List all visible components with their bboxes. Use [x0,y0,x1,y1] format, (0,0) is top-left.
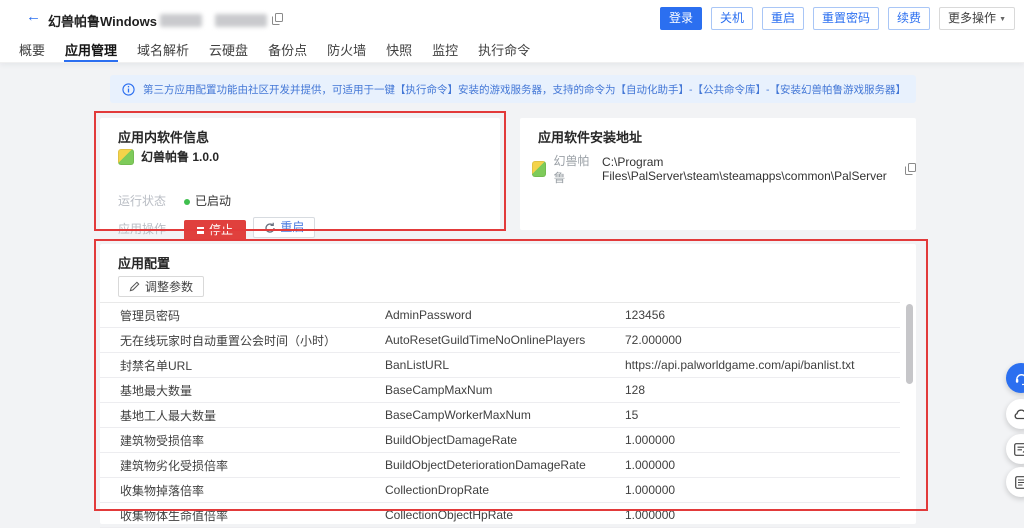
card-title: 应用内软件信息 [118,127,209,146]
config-value: 1.000000 [625,458,900,472]
document-edit-icon [1014,443,1024,456]
card-title: 应用软件安装地址 [538,127,642,146]
back-arrow-icon[interactable]: ← [26,8,41,25]
stop-icon [197,227,204,234]
tab-3[interactable]: 云硬盘 [208,37,249,62]
tab-1[interactable]: 应用管理 [64,37,118,62]
tab-5[interactable]: 防火墙 [326,37,367,62]
config-key: CollectionDropRate [385,483,625,497]
config-label: 管理员密码 [100,307,385,324]
headset-icon [1014,371,1024,386]
config-row: 基地最大数量BaseCampMaxNum128 [100,378,900,403]
status-label: 运行状态 [118,192,170,209]
stop-app-button[interactable]: 停止 [184,220,246,241]
action-label: 应用操作 [118,220,170,237]
config-label: 建筑物受损倍率 [100,432,385,449]
app-config-card: 应用配置 调整参数 管理员密码AdminPassword123456无在线玩家时… [100,244,916,524]
config-value: 72.000000 [625,333,900,347]
config-label: 建筑物劣化受损倍率 [100,457,385,474]
config-label: 基地工人最大数量 [100,407,385,424]
more-actions-label: 更多操作 [948,11,996,25]
tab-4[interactable]: 备份点 [267,37,308,62]
config-key: BuildObjectDeteriorationDamageRate [385,458,625,472]
survey-button[interactable] [1006,467,1024,497]
install-path: C:\Program Files\PalServer\steam\steamap… [602,155,897,183]
cloud-button[interactable] [1006,399,1024,429]
login-button[interactable]: 登录 [660,7,702,30]
tab-bar: 概要应用管理域名解析云硬盘备份点防火墙快照监控执行命令 [0,37,1024,63]
reset-password-button[interactable]: 重置密码 [813,7,879,30]
app-name-version: 幻兽帕鲁 1.0.0 [141,148,219,165]
config-row: 封禁名单URLBanListURLhttps://api.palworldgam… [100,353,900,378]
adjust-params-label: 调整参数 [145,278,193,295]
banner-text: 第三方应用配置功能由社区开发并提供，可适用于一键【执行命令】安装的游戏服务器，支… [143,82,904,97]
tab-7[interactable]: 监控 [431,37,459,62]
config-row: 管理员密码AdminPassword123456 [100,303,900,328]
config-row: 基地工人最大数量BaseCampWorkerMaxNum15 [100,403,900,428]
feedback-button[interactable] [1006,434,1024,464]
redacted-text [160,14,202,27]
config-value: 128 [625,383,900,397]
config-key: BuildObjectDamageRate [385,433,625,447]
config-value: 1.000000 [625,433,900,447]
restart-app-button[interactable]: 重启 [253,217,315,238]
config-value: 1.000000 [625,508,900,522]
config-value: 1.000000 [625,483,900,497]
config-key: BanListURL [385,358,625,372]
app-info-card: 应用内软件信息 幻兽帕鲁 1.0.0 运行状态 已启动 应用操作 停止 重启 [100,118,500,230]
config-key: BaseCampWorkerMaxNum [385,408,625,422]
redacted-text [215,14,267,27]
renew-button[interactable]: 续费 [888,7,930,30]
config-key: AutoResetGuildTimeNoOnlinePlayers [385,333,625,347]
shutdown-button[interactable]: 关机 [711,7,753,30]
tab-8[interactable]: 执行命令 [477,37,531,62]
form-icon [1015,476,1024,489]
info-icon [122,83,135,96]
config-label: 基地最大数量 [100,382,385,399]
top-bar: ← 幻兽帕鲁Windows 登录 关机 重启 重置密码 续费 更多操作▼ [0,0,1024,37]
status-value: 已启动 [184,192,231,209]
config-table: 管理员密码AdminPassword123456无在线玩家时自动重置公会时间（小… [100,302,900,528]
header-actions: 登录 关机 重启 重置密码 续费 更多操作▼ [660,7,1015,30]
config-key: AdminPassword [385,308,625,322]
info-banner: 第三方应用配置功能由社区开发并提供，可适用于一键【执行命令】安装的游戏服务器，支… [110,75,916,103]
config-value: 123456 [625,308,900,322]
config-key: BaseCampMaxNum [385,383,625,397]
config-value: 15 [625,408,900,422]
config-value: https://api.palworldgame.com/api/banlist… [625,358,900,372]
config-row: 收集物掉落倍率CollectionDropRate1.000000 [100,478,900,503]
config-label: 封禁名单URL [100,357,385,374]
more-actions-button[interactable]: 更多操作▼ [939,7,1015,30]
config-label: 收集物掉落倍率 [100,482,385,499]
install-path-card: 应用软件安装地址 幻兽帕鲁 C:\Program Files\PalServer… [520,118,916,230]
config-row: 建筑物劣化受损倍率BuildObjectDeteriorationDamageR… [100,453,900,478]
config-label: 收集物体生命值倍率 [100,507,385,524]
config-row: 建筑物受损倍率BuildObjectDamageRate1.000000 [100,428,900,453]
customer-service-button[interactable] [1006,363,1024,393]
config-label: 无在线玩家时自动重置公会时间（小时） [100,332,385,349]
adjust-params-button[interactable]: 调整参数 [118,276,204,297]
copy-icon[interactable] [905,163,916,175]
tab-2[interactable]: 域名解析 [136,37,190,62]
config-key: CollectionObjectHpRate [385,508,625,522]
tab-0[interactable]: 概要 [18,37,46,62]
table-scrollbar[interactable] [906,304,913,384]
palworld-app-icon [118,149,134,165]
config-row: 收集物体生命值倍率CollectionObjectHpRate1.000000 [100,503,900,528]
config-row: 无在线玩家时自动重置公会时间（小时）AutoResetGuildTimeNoOn… [100,328,900,353]
page-title: 幻兽帕鲁Windows [48,11,157,30]
cloud-icon [1013,408,1024,420]
card-title: 应用配置 [118,253,170,272]
pencil-icon [129,281,140,292]
restart-button[interactable]: 重启 [762,7,804,30]
tab-6[interactable]: 快照 [385,37,413,62]
copy-icon[interactable] [272,13,283,25]
status-dot-icon [184,199,190,205]
palworld-app-icon [532,161,546,177]
chevron-down-icon: ▼ [999,16,1006,23]
install-app-name: 幻兽帕鲁 [554,152,595,186]
